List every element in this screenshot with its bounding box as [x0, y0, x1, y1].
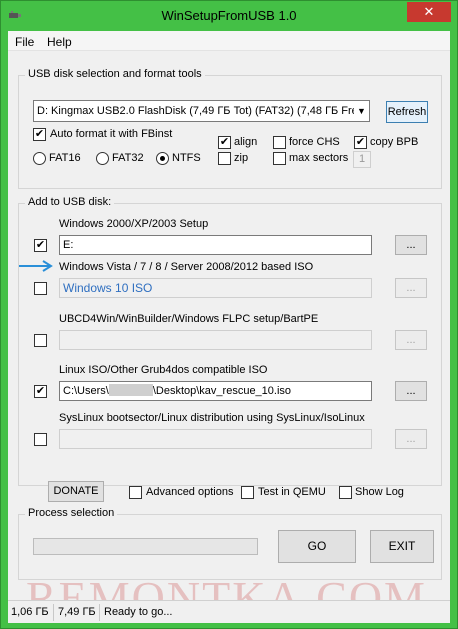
force-chs-checkbox[interactable] — [273, 136, 286, 149]
syslinux-browse-button[interactable]: ... — [395, 429, 427, 449]
test-qemu-checkbox[interactable] — [241, 486, 254, 499]
refresh-button[interactable]: Refresh — [386, 101, 428, 123]
status-message: Ready to go... — [104, 606, 173, 618]
client-area: File Help USB disk selection and format … — [8, 31, 450, 623]
window-title: WinSetupFromUSB 1.0 — [161, 8, 297, 23]
windows-vista-label: Windows Vista / 7 / 8 / Server 2008/2012… — [59, 261, 314, 273]
ubcd4win-checkbox[interactable] — [34, 334, 47, 347]
radio-dot — [160, 156, 165, 161]
syslinux-path[interactable] — [59, 429, 372, 449]
show-log-checkbox[interactable] — [339, 486, 352, 499]
usb-disk-select[interactable]: D: Kingmax USB2.0 FlashDisk (7,49 ГБ Tot… — [33, 100, 370, 122]
linux-iso-browse-button[interactable]: ... — [395, 381, 427, 401]
usb-disk-value: D: Kingmax USB2.0 FlashDisk (7,49 ГБ Tot… — [37, 105, 364, 117]
process-label: Process selection — [25, 507, 118, 519]
fat16-radio[interactable] — [33, 152, 46, 165]
status-bar: 1,06 ГБ 7,49 ГБ Ready to go... — [8, 600, 450, 623]
linux-iso-path[interactable]: C:\Users\ \Desktop\kav_rescue_10.iso — [59, 381, 372, 401]
max-sectors-checkbox[interactable] — [273, 152, 286, 165]
status-divider — [53, 604, 54, 621]
zip-checkbox[interactable] — [218, 152, 231, 165]
windows-xp-label: Windows 2000/XP/2003 Setup — [59, 218, 209, 230]
menu-help[interactable]: Help — [47, 35, 72, 49]
menu-bar: File Help — [8, 31, 450, 51]
fat32-label: FAT32 — [112, 152, 144, 164]
status-total-size: 7,49 ГБ — [58, 606, 96, 618]
windows-xp-browse-button[interactable]: ... — [395, 235, 427, 255]
show-log-label: Show Log — [355, 486, 404, 498]
go-button[interactable]: GO — [278, 530, 356, 563]
max-sectors-input[interactable]: 1 — [353, 151, 371, 168]
donate-button[interactable]: DONATE — [48, 481, 104, 502]
chevron-down-icon[interactable]: ▼ — [354, 101, 369, 121]
max-sectors-label: max sectors — [289, 152, 349, 164]
linux-iso-path-prefix: C:\Users\ — [63, 385, 109, 397]
syslinux-label: SysLinux bootsector/Linux distribution u… — [59, 412, 365, 424]
force-chs-label: force CHS — [289, 136, 340, 148]
auto-format-label: Auto format it with FBinst — [50, 128, 173, 140]
windows-vista-checkbox[interactable] — [34, 282, 47, 295]
status-used-size: 1,06 ГБ — [11, 606, 49, 618]
copy-bpb-label: copy BPB — [370, 136, 419, 148]
ubcd4win-path[interactable] — [59, 330, 372, 350]
windows-vista-path[interactable]: Windows 10 ISO — [59, 278, 372, 298]
linux-iso-path-suffix: \Desktop\kav_rescue_10.iso — [152, 385, 292, 397]
progress-bar — [33, 538, 258, 555]
windows-xp-path[interactable]: E: — [59, 235, 372, 255]
test-qemu-label: Test in QEMU — [258, 486, 326, 498]
ubcd4win-browse-button[interactable]: ... — [395, 330, 427, 350]
fat16-label: FAT16 — [49, 152, 81, 164]
linux-iso-label: Linux ISO/Other Grub4dos compatible ISO — [59, 364, 268, 376]
add-to-usb-group: Add to USB disk: Windows 2000/XP/2003 Se… — [18, 196, 442, 486]
close-button[interactable]: ✕ — [407, 2, 451, 22]
exit-button[interactable]: EXIT — [370, 530, 434, 563]
app-window: WinSetupFromUSB 1.0 ✕ File Help USB disk… — [0, 0, 458, 629]
copy-bpb-checkbox[interactable]: ✔ — [354, 136, 367, 149]
align-checkbox[interactable]: ✔ — [218, 136, 231, 149]
auto-format-checkbox[interactable]: ✔ — [33, 128, 46, 141]
usb-group-label: USB disk selection and format tools — [25, 68, 205, 80]
arrow-right-icon — [19, 260, 53, 272]
menu-file[interactable]: File — [15, 35, 34, 49]
ubcd4win-label: UBCD4Win/WinBuilder/Windows FLPC setup/B… — [59, 313, 319, 325]
windows-vista-browse-button[interactable]: ... — [395, 278, 427, 298]
fat32-radio[interactable] — [96, 152, 109, 165]
ntfs-label: NTFS — [172, 152, 201, 164]
linux-iso-checkbox[interactable]: ✔ — [34, 385, 47, 398]
advanced-options-checkbox[interactable] — [129, 486, 142, 499]
status-divider — [99, 604, 100, 621]
usb-disk-group: USB disk selection and format tools D: K… — [18, 68, 442, 189]
windows-xp-checkbox[interactable]: ✔ — [34, 239, 47, 252]
zip-label: zip — [234, 152, 249, 164]
redacted-username — [108, 384, 153, 396]
title-bar[interactable]: WinSetupFromUSB 1.0 ✕ — [1, 1, 457, 31]
align-label: align — [234, 136, 258, 148]
syslinux-checkbox[interactable] — [34, 433, 47, 446]
ntfs-radio[interactable] — [156, 152, 169, 165]
add-group-label: Add to USB disk: — [25, 196, 115, 208]
advanced-options-label: Advanced options — [146, 486, 234, 498]
